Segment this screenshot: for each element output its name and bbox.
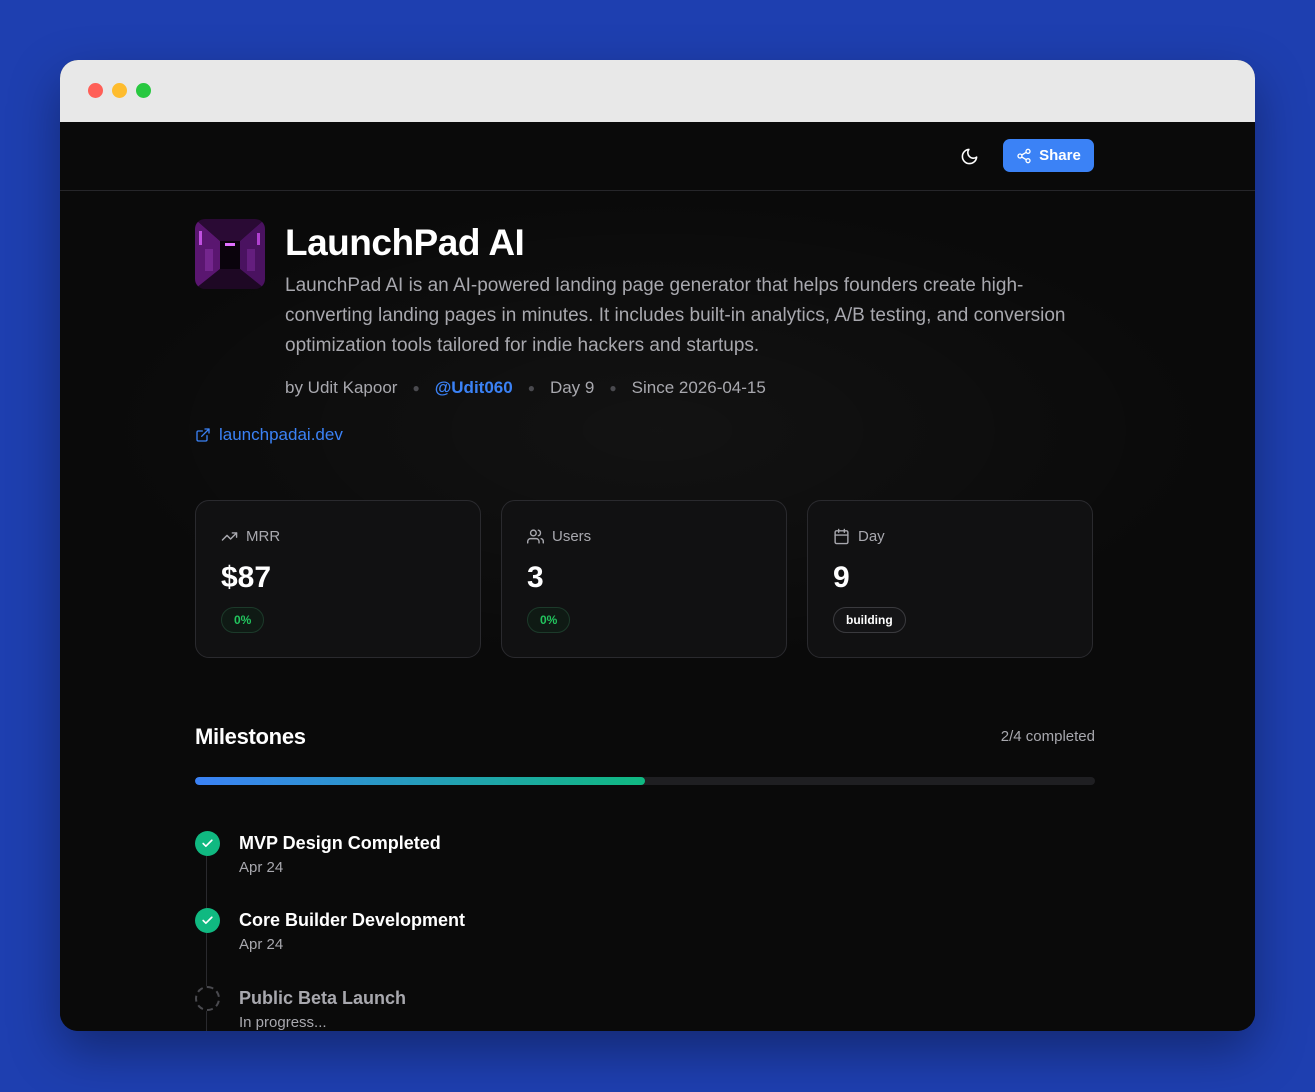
website-link[interactable]: launchpadai.dev [195,425,343,445]
milestones-count: 2/4 completed [1000,728,1095,745]
pending-circle-icon [195,986,220,1011]
milestone-name: Public Beta Launch [239,988,407,1008]
milestone-name: Core Builder Development [239,910,466,930]
milestone-name: MVP Design Completed [239,833,441,853]
trending-up-icon [221,532,238,541]
start-date: Since 2026-04-15 [631,378,766,397]
stat-value: $87 [221,561,272,594]
stat-label-row: Day [833,528,885,545]
author-name: by Udit Kapoor [285,378,398,397]
stat-card-mrr: MRR $87 0% [195,500,481,658]
stat-card-users: Users 3 0% [501,500,787,658]
theme-toggle-button[interactable] [955,142,983,170]
maximize-window-button[interactable] [136,83,151,98]
website-link-label: launchpadai.dev [219,425,343,444]
moon-icon [961,148,977,164]
separator-dot: ● [527,381,535,395]
project-page: Share LaunchPad AI LaunchPad AI is an AI… [60,122,1255,1031]
day-count: Day 9 [549,378,595,397]
stat-card-day: Day 9 building [807,500,1093,658]
milestones-progress-bar [195,777,1095,785]
project-meta: by Udit Kapoor ● @Udit060 ● Day 9 ● Sinc… [285,378,766,398]
stat-change-badge: 0% [527,607,571,633]
separator-dot: ● [609,381,617,395]
stat-label: Users [552,528,592,545]
stat-change-badge: 0% [221,607,265,633]
check-circle-icon [195,831,220,856]
project-description: LaunchPad AI is an AI-powered landing pa… [285,275,1066,356]
top-bar: Share [60,122,1255,191]
share-button-label: Share [1039,147,1081,164]
users-icon [527,529,544,544]
minimize-window-button[interactable] [112,83,127,98]
share-icon [1017,148,1031,163]
corridor-image [195,219,265,289]
share-button[interactable]: Share [1003,139,1094,172]
project-avatar [195,219,265,289]
stat-value: 3 [527,561,544,594]
project-title: LaunchPad AI [285,222,525,263]
stats-row: MRR $87 0% Users 3 0% Day 9 building [195,500,1093,658]
close-window-button[interactable] [88,83,103,98]
stat-label: MRR [246,528,281,545]
external-link-icon [196,428,210,442]
milestones-heading: Milestones [195,724,306,749]
calendar-icon [834,528,849,545]
milestone-date: Apr 24 [239,936,284,953]
author-handle-link[interactable]: @Udit060 [435,378,513,398]
separator-dot: ● [412,381,420,395]
stat-label-row: MRR [221,528,280,545]
milestone-date: Apr 24 [239,859,284,876]
progress-fill [195,777,645,785]
check-circle-icon [195,908,220,933]
stat-value: 9 [833,561,850,594]
status-badge: building [833,607,906,633]
stat-label-row: Users [527,528,591,545]
milestone-status: In progress... [239,1014,327,1031]
stat-label: Day [858,528,885,545]
browser-window: Share LaunchPad AI LaunchPad AI is an AI… [60,60,1255,1031]
window-chrome [60,60,1255,122]
